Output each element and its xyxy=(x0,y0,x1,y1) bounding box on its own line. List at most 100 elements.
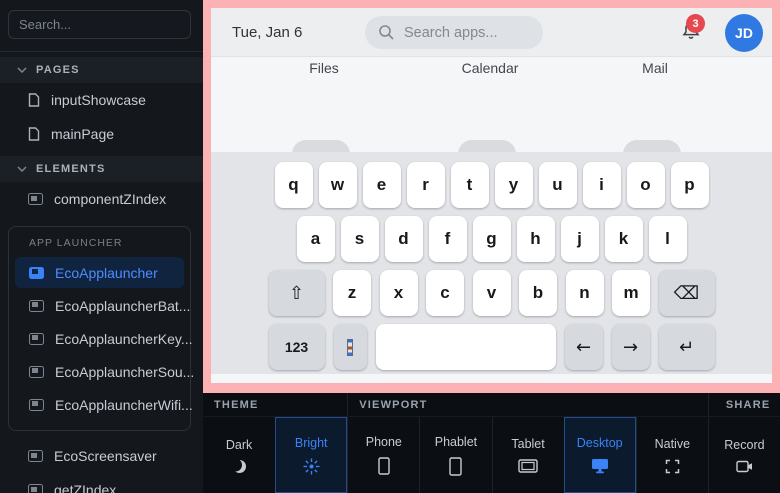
spacebar-key[interactable] xyxy=(376,324,556,370)
shift-key[interactable]: ⇧ xyxy=(269,270,325,316)
app-search-field[interactable] xyxy=(365,16,543,49)
key-d[interactable]: d xyxy=(385,216,423,262)
sidebar-item-label: EcoScreensaver xyxy=(54,448,157,464)
sidebar-item-ecoapplaunchersou[interactable]: EcoApplauncherSou... xyxy=(15,356,184,387)
key-w[interactable]: w xyxy=(319,162,357,208)
key-i[interactable]: i xyxy=(583,162,621,208)
sidebar-search-input[interactable] xyxy=(8,10,191,39)
key-n[interactable]: n xyxy=(566,270,604,316)
sidebar-divider xyxy=(0,51,203,52)
viewport-desktop-button[interactable]: Desktop xyxy=(564,417,636,493)
sidebar-item-label: getZIndex xyxy=(54,482,116,493)
key-v[interactable]: v xyxy=(473,270,511,316)
keyboard-row-3: ⇧ z x c v b n m ⌫ xyxy=(269,270,715,316)
button-label: Phone xyxy=(366,435,402,449)
key-x[interactable]: x xyxy=(380,270,418,316)
arrow-left-key[interactable]: ← xyxy=(565,324,603,370)
button-label: Tablet xyxy=(511,437,544,451)
phablet-icon xyxy=(449,457,462,476)
shift-icon: ⇧ xyxy=(289,283,304,304)
viewport-phablet-button[interactable]: Phablet xyxy=(419,417,491,493)
button-label: Record xyxy=(724,438,764,452)
story-icon xyxy=(29,333,44,345)
sidebar-item-inputshowcase[interactable]: inputShowcase xyxy=(0,83,203,117)
preview-frame: Tue, Jan 6 3 JD Files Calendar xyxy=(203,0,780,393)
sidebar-item-label: EcoApplauncherSou... xyxy=(55,364,194,380)
backspace-icon: ⌫ xyxy=(674,283,699,304)
app-launcher-preview: Tue, Jan 6 3 JD Files Calendar xyxy=(211,8,772,383)
button-label: Desktop xyxy=(577,436,623,450)
phone-icon xyxy=(378,457,390,475)
document-icon xyxy=(28,93,40,107)
arrow-right-icon: → xyxy=(623,337,638,358)
theme-header: THEME xyxy=(203,393,347,416)
key-b[interactable]: b xyxy=(519,270,557,316)
viewport-header: VIEWPORT xyxy=(347,393,708,416)
tablet-icon xyxy=(518,459,538,473)
key-y[interactable]: y xyxy=(495,162,533,208)
key-e[interactable]: e xyxy=(363,162,401,208)
key-t[interactable]: t xyxy=(451,162,489,208)
arrow-left-icon: ← xyxy=(576,337,591,358)
sidebar-item-ecoscreensaver[interactable]: EcoScreensaver xyxy=(0,439,203,473)
avatar[interactable]: JD xyxy=(725,14,763,52)
key-g[interactable]: g xyxy=(473,216,511,262)
section-header-elements[interactable]: ELEMENTS xyxy=(0,156,203,182)
key-m[interactable]: m xyxy=(612,270,650,316)
key-a[interactable]: a xyxy=(297,216,335,262)
key-r[interactable]: r xyxy=(407,162,445,208)
sidebar-item-mainpage[interactable]: mainPage xyxy=(0,117,203,151)
key-l[interactable]: l xyxy=(649,216,687,262)
sidebar-item-componentzindex[interactable]: componentZIndex xyxy=(0,182,203,216)
arrow-right-key[interactable]: → xyxy=(612,324,650,370)
sidebar-item-ecoapplauncher[interactable]: EcoApplauncher xyxy=(15,257,184,288)
story-icon xyxy=(29,399,44,411)
app-search-input[interactable] xyxy=(404,25,534,41)
section-header-pages[interactable]: PAGES xyxy=(0,57,203,83)
toolbar-buttons: Dark Bright Phone xyxy=(203,417,780,493)
key-s[interactable]: s xyxy=(341,216,379,262)
sidebar-item-ecoapplauncherwifi[interactable]: EcoApplauncherWifi... xyxy=(15,389,184,420)
key-o[interactable]: o xyxy=(627,162,665,208)
language-flag-key[interactable] xyxy=(334,324,367,370)
sidebar-item-ecoapplauncherbat[interactable]: EcoApplauncherBat... xyxy=(15,290,184,321)
share-header: SHARE xyxy=(708,393,780,416)
button-label: Native xyxy=(655,437,690,451)
key-f[interactable]: f xyxy=(429,216,467,262)
sidebar-item-label: inputShowcase xyxy=(51,92,146,108)
numbers-key[interactable]: 123 xyxy=(269,324,325,370)
sidebar-item-getzindex[interactable]: getZIndex xyxy=(0,473,203,493)
theme-bright-button[interactable]: Bright xyxy=(275,417,347,493)
viewport-tablet-button[interactable]: Tablet xyxy=(492,417,564,493)
app-label-mail[interactable]: Mail xyxy=(642,60,668,76)
search-icon xyxy=(378,24,395,41)
theme-dark-button[interactable]: Dark xyxy=(203,417,275,493)
story-icon xyxy=(28,450,43,462)
workbench: PAGES inputShowcase mainPage ELEMENTS co… xyxy=(0,0,780,493)
story-icon xyxy=(29,366,44,378)
key-z[interactable]: z xyxy=(333,270,371,316)
enter-key[interactable]: ↵ xyxy=(659,324,715,370)
story-icon xyxy=(29,300,44,312)
sidebar: PAGES inputShowcase mainPage ELEMENTS co… xyxy=(0,0,203,493)
app-label-files[interactable]: Files xyxy=(309,60,339,76)
group-label: APP LAUNCHER xyxy=(14,233,185,255)
key-u[interactable]: u xyxy=(539,162,577,208)
sidebar-item-ecoapplauncherkey[interactable]: EcoApplauncherKey... xyxy=(15,323,184,354)
date-display: Tue, Jan 6 xyxy=(232,8,302,57)
share-record-button[interactable]: Record xyxy=(708,417,780,493)
viewport-native-button[interactable]: Native xyxy=(636,417,708,493)
key-h[interactable]: h xyxy=(517,216,555,262)
viewport-phone-button[interactable]: Phone xyxy=(347,417,419,493)
device-topbar: Tue, Jan 6 3 JD xyxy=(211,8,772,57)
key-j[interactable]: j xyxy=(561,216,599,262)
key-q[interactable]: q xyxy=(275,162,313,208)
chevron-down-icon xyxy=(17,166,27,172)
app-label-calendar[interactable]: Calendar xyxy=(462,60,519,76)
backspace-key[interactable]: ⌫ xyxy=(659,270,715,316)
key-p[interactable]: p xyxy=(671,162,709,208)
key-c[interactable]: c xyxy=(426,270,464,316)
key-k[interactable]: k xyxy=(605,216,643,262)
chevron-down-icon xyxy=(17,67,27,73)
button-label: Phablet xyxy=(435,435,477,449)
